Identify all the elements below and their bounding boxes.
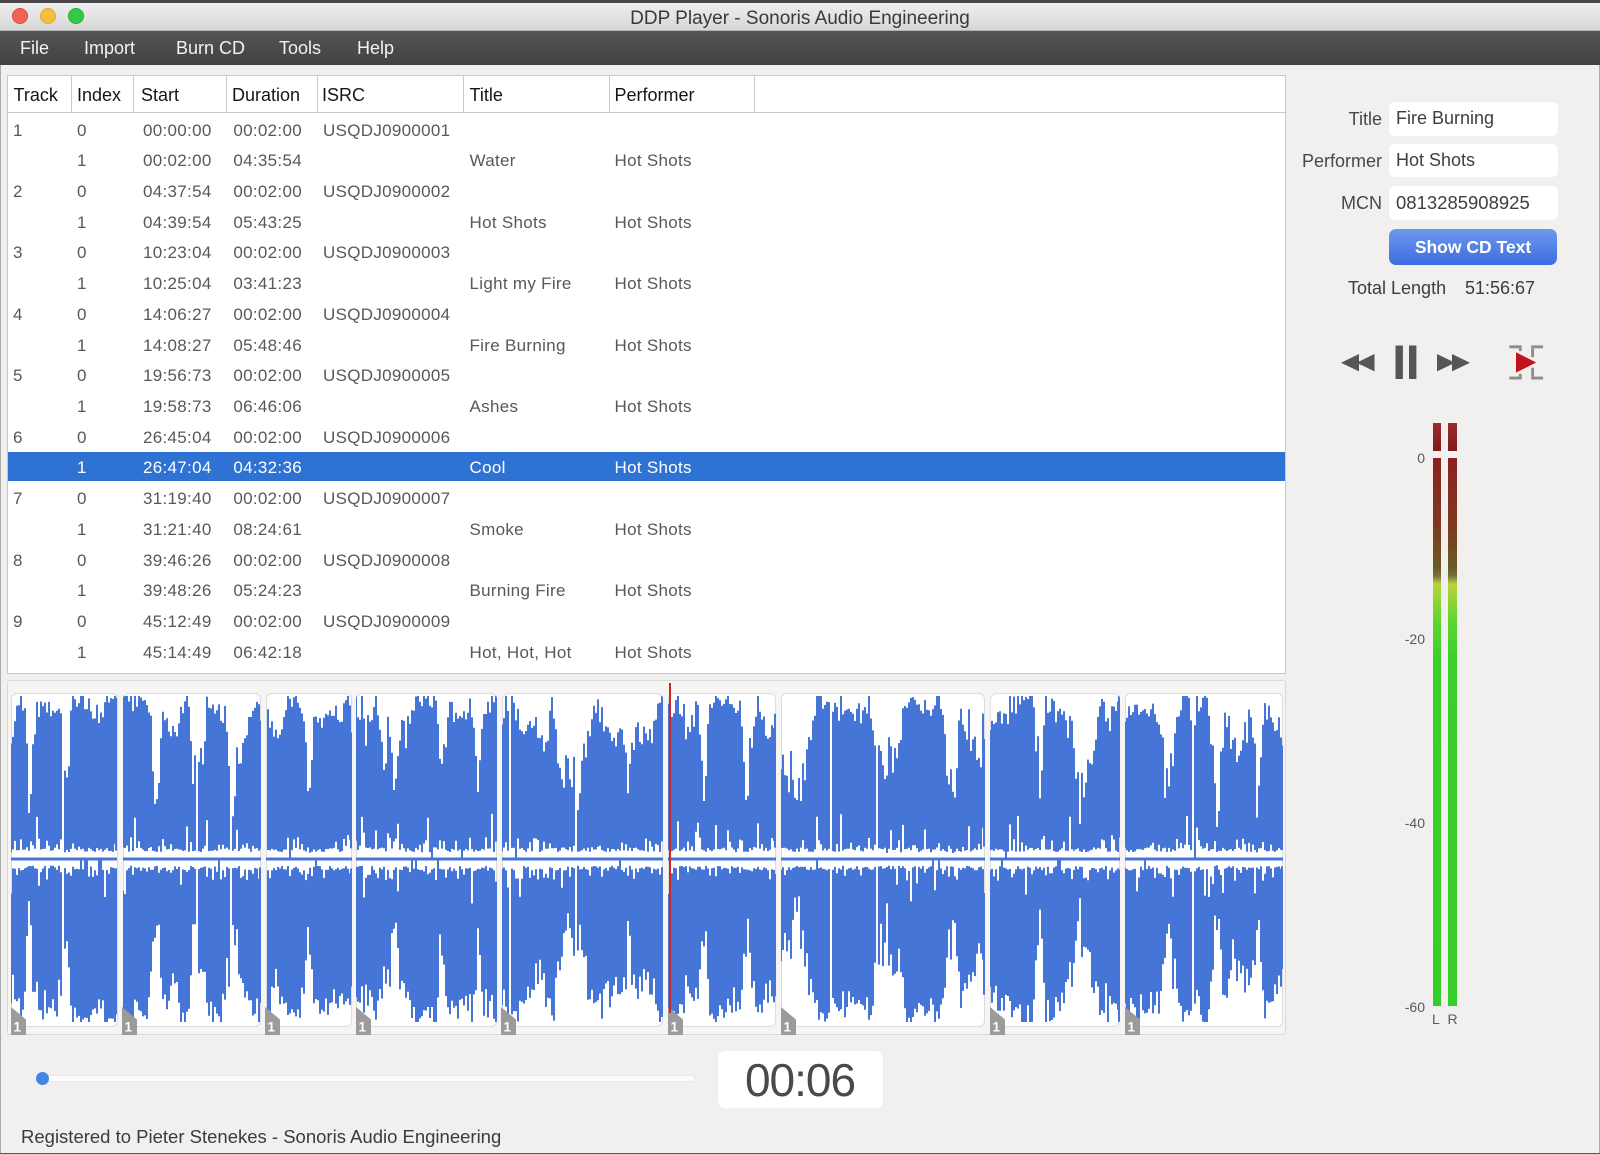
svg-text:1: 1 <box>268 1020 276 1035</box>
svg-text:1: 1 <box>670 1020 678 1035</box>
svg-text:1: 1 <box>125 1020 133 1035</box>
svg-text:1: 1 <box>992 1020 1000 1035</box>
svg-text:1: 1 <box>783 1020 791 1035</box>
svg-text:1: 1 <box>358 1020 366 1035</box>
svg-text:1: 1 <box>1127 1020 1135 1035</box>
svg-text:1: 1 <box>504 1020 512 1035</box>
svg-text:1: 1 <box>13 1020 21 1035</box>
